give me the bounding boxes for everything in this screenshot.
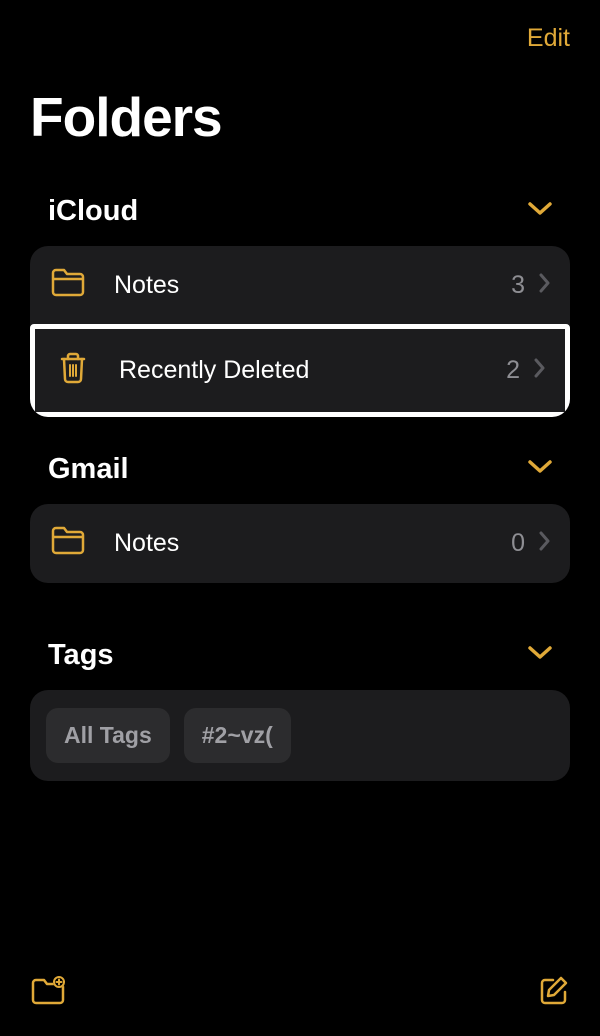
folder-count: 0 [511,529,525,558]
folder-icon [50,268,86,303]
page-title: Folders [0,53,600,159]
tags-container: All Tags #2~vz( [30,690,570,781]
section-title: iCloud [48,195,138,228]
tag-chip-all[interactable]: All Tags [46,708,170,763]
top-bar: Edit [0,0,600,53]
folder-list-gmail: Notes 0 [30,504,570,583]
folder-count: 3 [511,271,525,300]
section-tags: Tags All Tags #2~vz( [0,583,600,781]
new-folder-icon [30,976,66,1006]
section-header-tags[interactable]: Tags [30,639,570,690]
folder-list-icloud: Notes 3 Recently Deleted 2 [30,246,570,417]
folder-label: Notes [114,271,511,300]
edit-button[interactable]: Edit [527,24,570,53]
compose-icon [538,975,570,1007]
tag-chip[interactable]: #2~vz( [184,708,291,763]
new-folder-button[interactable] [30,976,66,1009]
section-title: Gmail [48,453,129,486]
chevron-right-icon [534,358,545,383]
folder-count: 2 [506,356,520,385]
trash-icon [55,351,91,390]
compose-button[interactable] [538,975,570,1010]
folder-item-gmail-notes[interactable]: Notes 0 [30,504,570,583]
section-header-gmail[interactable]: Gmail [30,453,570,504]
section-title: Tags [48,639,114,672]
section-gmail: Gmail Notes 0 [0,417,600,583]
folder-item-notes[interactable]: Notes 3 [30,246,570,325]
folder-item-recently-deleted[interactable]: Recently Deleted 2 [30,324,570,417]
bottom-bar [0,955,600,1036]
folder-label: Notes [114,529,511,558]
section-icloud: iCloud Notes 3 [0,159,600,417]
chevron-down-icon [528,646,552,665]
chevron-down-icon [528,202,552,221]
chevron-right-icon [539,531,550,556]
section-header-icloud[interactable]: iCloud [30,195,570,246]
chevron-right-icon [539,273,550,298]
chevron-down-icon [528,460,552,479]
folder-icon [50,526,86,561]
folder-label: Recently Deleted [119,356,506,385]
